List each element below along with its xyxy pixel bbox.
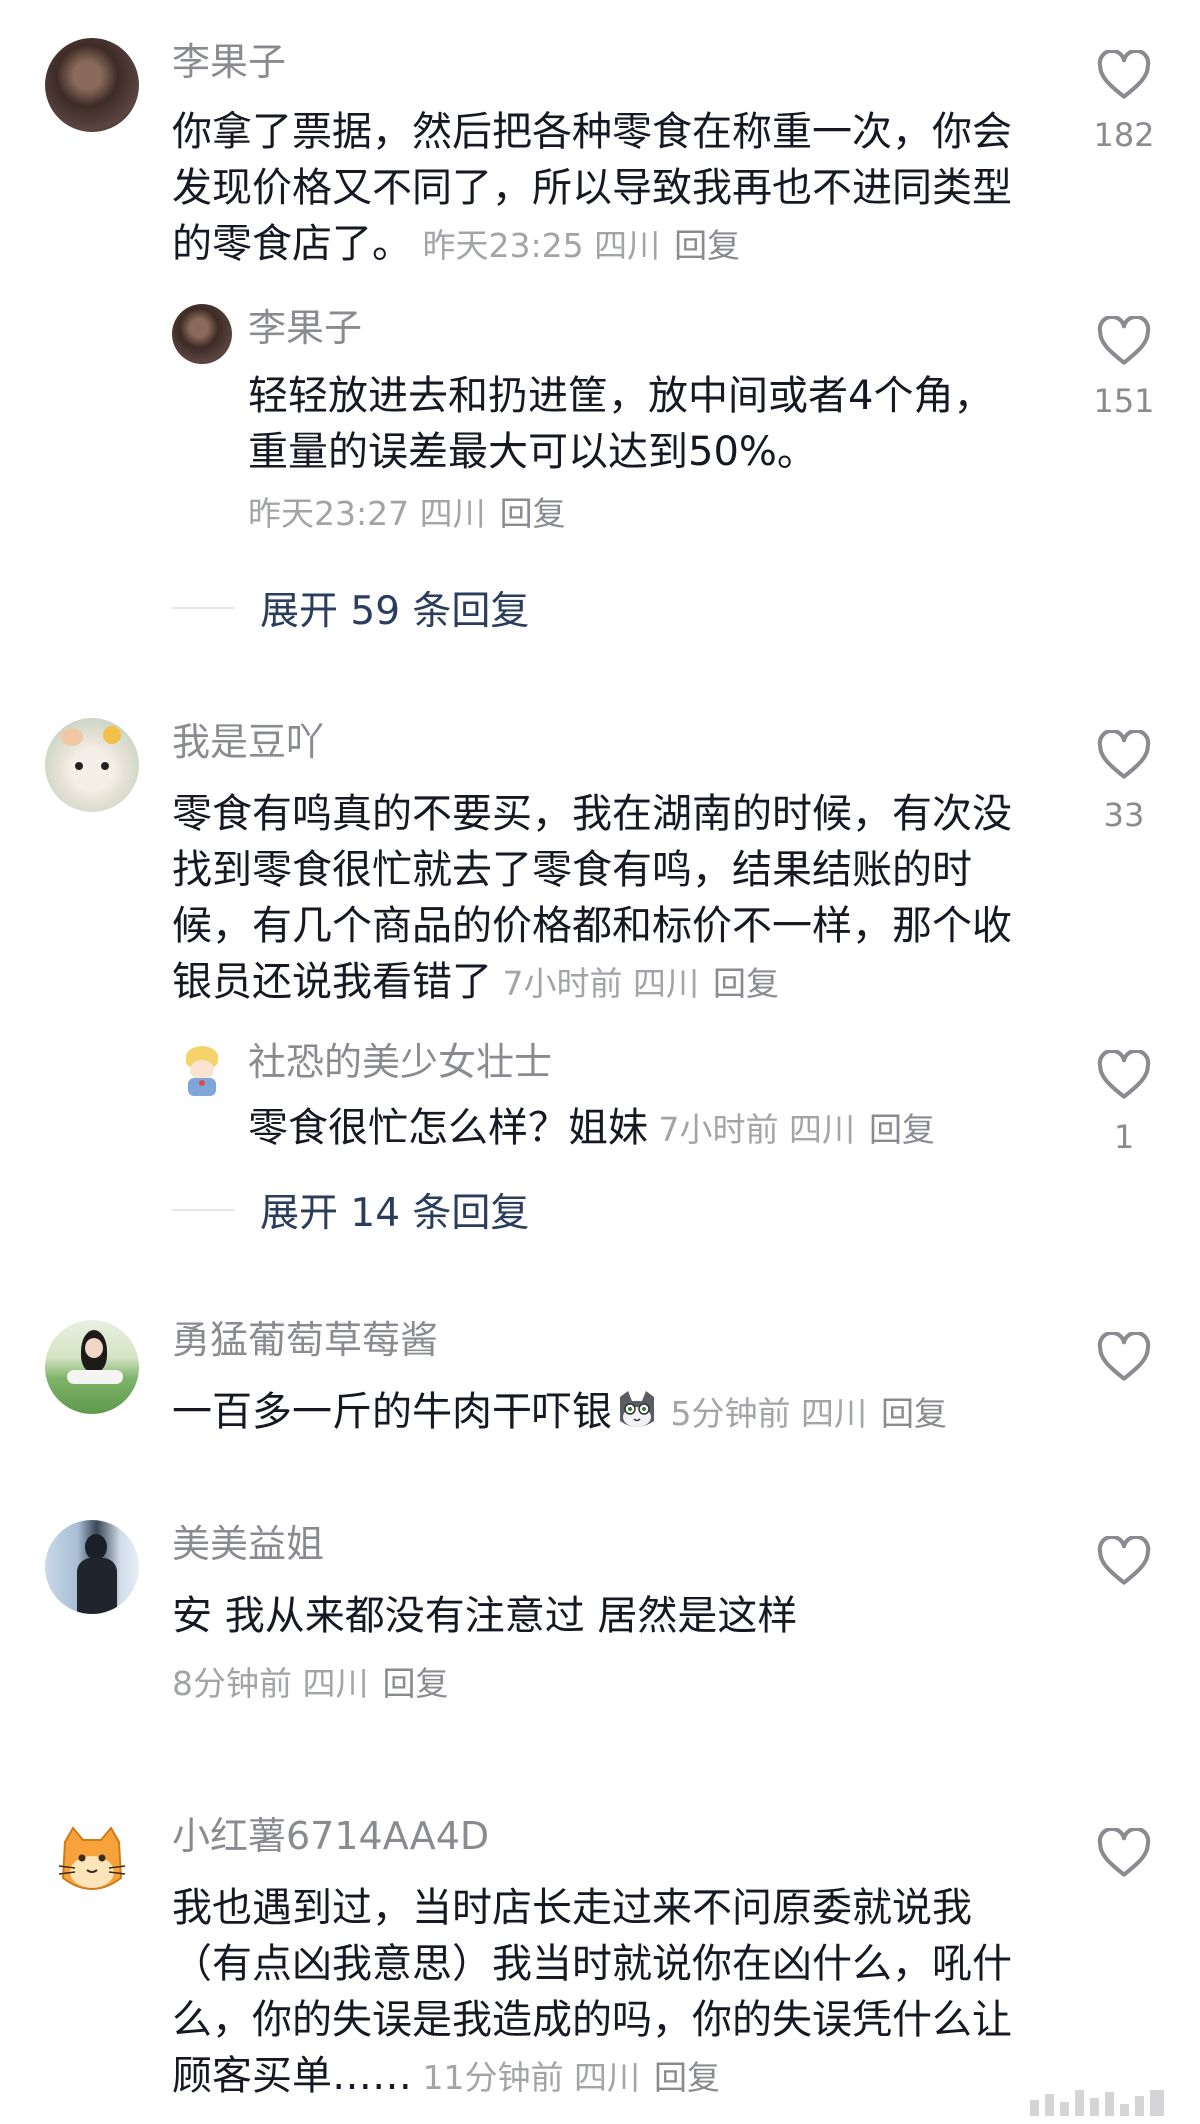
like-count: 33 xyxy=(1103,796,1145,834)
avatar-detail xyxy=(85,1534,107,1560)
reply-button[interactable]: 回复 xyxy=(881,1394,947,1433)
comment-meta: 5分钟前 四川 回复 xyxy=(660,1394,948,1433)
cat-avatar-svg xyxy=(58,1826,126,1890)
heart-outline-icon[interactable] xyxy=(1096,50,1152,100)
reply-button[interactable]: 回复 xyxy=(713,964,779,1003)
heart-outline-icon[interactable] xyxy=(1096,1536,1152,1586)
heart-outline-icon[interactable] xyxy=(1096,1050,1152,1100)
like-count: 151 xyxy=(1093,382,1155,420)
expand-divider xyxy=(172,1209,234,1211)
avatar[interactable] xyxy=(45,38,139,132)
comment-text: 一百多一斤的牛肉干吓银 5分钟前 四川 回复 xyxy=(172,1384,1072,1442)
like-count: 182 xyxy=(1093,116,1155,154)
comment-author[interactable]: 美美益姐 xyxy=(172,1520,324,1568)
avatar[interactable] xyxy=(172,1040,232,1100)
comment-meta: 8分钟前 四川 回复 xyxy=(172,1662,449,1706)
comment-author[interactable]: 小红薯6714AA4D xyxy=(172,1812,489,1860)
avatar-detail xyxy=(190,1060,214,1080)
reply-author[interactable]: 李果子 xyxy=(248,304,362,352)
avatar-detail xyxy=(199,1080,205,1086)
avatar[interactable] xyxy=(45,1816,139,1910)
avatar-detail xyxy=(75,762,83,770)
comment-meta: 7小时前 四川 回复 xyxy=(492,964,780,1003)
expand-replies[interactable]: 展开 14 条回复 xyxy=(172,1182,529,1238)
comment-author[interactable]: 李果子 xyxy=(172,38,286,86)
comment-time: 7小时前 四川 xyxy=(502,964,700,1003)
watermark-bar xyxy=(1135,2096,1144,2116)
reply-meta: 7小时前 四川 回复 xyxy=(648,1110,936,1149)
watermark-bar xyxy=(1045,2094,1054,2116)
avatar[interactable] xyxy=(45,1520,139,1614)
comment-body: 安 我从来都没有注意过 居然是这样 xyxy=(172,1593,798,1639)
avatar-detail xyxy=(77,1558,117,1614)
comment-meta: 昨天23:25 四川 回复 xyxy=(412,226,741,265)
comment-text: 零食有鸣真的不要买，我在湖南的时候，有次没找到零食很忙就去了零食有鸣，结果结账的… xyxy=(172,786,1032,1012)
reply-button[interactable]: 回复 xyxy=(383,1664,449,1703)
reply-text: 轻轻放进去和扔进筐，放中间或者4个角，重量的误差最大可以达到50%。 xyxy=(248,368,1028,480)
reply-button[interactable]: 回复 xyxy=(674,226,740,265)
expand-label[interactable]: 展开 14 条回复 xyxy=(260,1182,529,1238)
comment-text: 我也遇到过，当时店长走过来不问原委就说我（有点凶我意思）我当时就说你在凶什么，吼… xyxy=(172,1880,1032,2106)
avatar[interactable] xyxy=(45,718,139,812)
watermark-logo xyxy=(1030,2090,1164,2116)
comment-text: 你拿了票据，然后把各种零食在称重一次，你会发现价格又不同了，所以导致我再也不进同… xyxy=(172,104,1032,274)
reply-time: 7小时前 四川 xyxy=(658,1110,856,1149)
reply-author[interactable]: 社恐的美少女壮士 xyxy=(248,1038,552,1086)
reply-text: 零食很忙怎么样？姐妹 7小时前 四川 回复 xyxy=(248,1100,1028,1158)
avatar-detail xyxy=(103,726,121,744)
comment-time: 昨天23:25 四川 xyxy=(422,226,661,265)
cat-face-emoji xyxy=(614,1387,660,1433)
heart-outline-icon[interactable] xyxy=(1096,316,1152,366)
heart-outline-icon[interactable] xyxy=(1096,1332,1152,1382)
watermark-bar xyxy=(1060,2102,1069,2116)
comment-author[interactable]: 勇猛葡萄草莓酱 xyxy=(172,1316,438,1364)
expand-label[interactable]: 展开 59 条回复 xyxy=(260,580,529,636)
reply-button[interactable]: 回复 xyxy=(869,1110,935,1149)
reply-body: 轻轻放进去和扔进筐，放中间或者4个角，重量的误差最大可以达到50%。 xyxy=(248,373,994,475)
avatar-detail xyxy=(101,762,109,770)
comment-time: 5分钟前 四川 xyxy=(670,1394,868,1433)
watermark-bar xyxy=(1090,2098,1099,2116)
cat-face-emoji-svg xyxy=(620,1391,654,1427)
expand-divider xyxy=(172,607,234,609)
reply-meta: 昨天23:27 四川 回复 xyxy=(248,492,566,536)
reply-time: 昨天23:27 四川 xyxy=(248,494,486,533)
comment-meta: 11分钟前 四川 回复 xyxy=(412,2058,720,2097)
avatar-detail xyxy=(61,728,83,746)
comment-time: 8分钟前 四川 xyxy=(172,1664,369,1703)
expand-replies[interactable]: 展开 59 条回复 xyxy=(172,580,529,636)
watermark-bar xyxy=(1030,2100,1039,2116)
avatar-detail xyxy=(85,1338,103,1358)
reply-button[interactable]: 回复 xyxy=(654,2058,720,2097)
watermark-bar xyxy=(1120,2104,1129,2116)
heart-outline-icon[interactable] xyxy=(1096,730,1152,780)
like-count: 1 xyxy=(1113,1118,1135,1156)
watermark-bar xyxy=(1105,2092,1114,2116)
avatar[interactable] xyxy=(45,1320,139,1414)
comment-author[interactable]: 我是豆吖 xyxy=(172,718,324,766)
comment-time: 11分钟前 四川 xyxy=(422,2058,640,2097)
comment-text: 安 我从来都没有注意过 居然是这样 xyxy=(172,1588,1032,1644)
watermark-bar xyxy=(1075,2090,1084,2116)
reply-body: 零食很忙怎么样？姐妹 xyxy=(248,1105,648,1151)
watermark-bar xyxy=(1150,2090,1164,2116)
heart-outline-icon[interactable] xyxy=(1096,1828,1152,1878)
reply-button[interactable]: 回复 xyxy=(500,494,566,533)
avatar-detail xyxy=(67,1370,123,1384)
comment-body: 一百多一斤的牛肉干吓银 xyxy=(172,1389,612,1435)
avatar[interactable] xyxy=(172,304,232,364)
